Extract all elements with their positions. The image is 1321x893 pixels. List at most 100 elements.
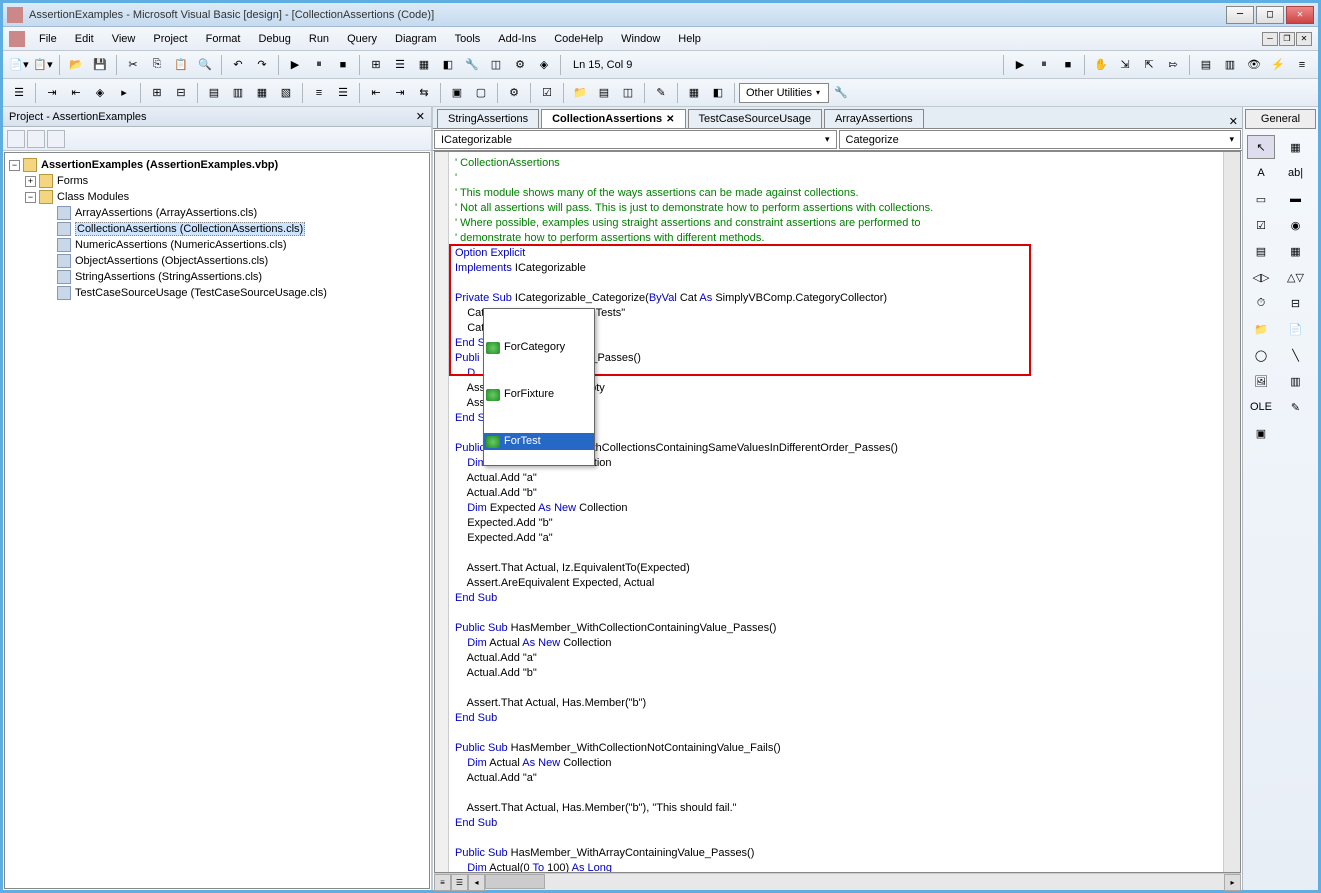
forms-folder[interactable]: Forms: [57, 175, 88, 187]
horizontal-scrollbar[interactable]: ≡ ☰ ◂ ▸: [434, 873, 1241, 890]
procedure-dropdown[interactable]: Categorize: [839, 130, 1242, 149]
close-button[interactable]: ✕: [1286, 6, 1314, 24]
view-proc-icon[interactable]: ≡: [434, 874, 451, 891]
other-utilities-dropdown[interactable]: Other Utilities: [739, 83, 829, 103]
step-over-icon[interactable]: ⇱: [1138, 54, 1160, 76]
tabs-close[interactable]: ✕: [1229, 115, 1238, 128]
scroll-thumb[interactable]: [485, 874, 545, 889]
step-into-icon[interactable]: ⇲: [1114, 54, 1136, 76]
listbox-icon[interactable]: ▦: [1282, 239, 1310, 263]
class-item[interactable]: TestCaseSourceUsage (TestCaseSourceUsage…: [75, 287, 327, 299]
menu-format[interactable]: Format: [198, 31, 249, 47]
run-icon[interactable]: ▶: [284, 54, 306, 76]
menu-debug[interactable]: Debug: [250, 31, 298, 47]
class-modules-folder[interactable]: Class Modules: [57, 191, 129, 203]
picturebox-icon[interactable]: ▦: [1282, 135, 1310, 159]
scroll-right-icon[interactable]: ▸: [1224, 874, 1241, 891]
extra-icon[interactable]: ▣: [1247, 421, 1275, 445]
menu-addins[interactable]: Add-Ins: [490, 31, 544, 47]
copy-icon[interactable]: ⎘: [146, 54, 168, 76]
tab-collectionassertions[interactable]: CollectionAssertions✕: [541, 109, 685, 128]
data-icon[interactable]: ▥: [1282, 369, 1310, 393]
tab-close-icon[interactable]: ✕: [666, 114, 674, 125]
class-item[interactable]: ArrayAssertions (ArrayAssertions.cls): [75, 207, 257, 219]
tb-icon-19[interactable]: 🔧: [830, 82, 852, 104]
tb-icon-9[interactable]: ⇆: [413, 82, 435, 104]
vertical-scrollbar[interactable]: [1223, 152, 1240, 872]
mdi-minimize[interactable]: ─: [1262, 32, 1278, 46]
find-icon[interactable]: 🔍: [194, 54, 216, 76]
menu-help[interactable]: Help: [670, 31, 709, 47]
shape-icon[interactable]: ◯: [1247, 343, 1275, 367]
combobox-icon[interactable]: ▤: [1247, 239, 1275, 263]
project-tree[interactable]: −AssertionExamples (AssertionExamples.vb…: [4, 152, 430, 889]
tb-icon-6[interactable]: ☰: [332, 82, 354, 104]
toggle-folders-icon[interactable]: [47, 130, 65, 148]
menu-diagram[interactable]: Diagram: [387, 31, 445, 47]
intellisense-item[interactable]: ForFixture: [484, 386, 594, 403]
project-explorer-icon[interactable]: ⊞: [365, 54, 387, 76]
breakpoint-icon[interactable]: ✋: [1090, 54, 1112, 76]
file-icon[interactable]: 📄: [1282, 317, 1310, 341]
step-out-icon[interactable]: ⇰: [1162, 54, 1184, 76]
checkbox-icon[interactable]: ☑: [1247, 213, 1275, 237]
custom-icon[interactable]: ✎: [1282, 395, 1310, 419]
cut-icon[interactable]: ✂: [122, 54, 144, 76]
ole-icon[interactable]: OLE: [1247, 395, 1275, 419]
properties-icon[interactable]: ☰: [389, 54, 411, 76]
mdi-restore[interactable]: ❐: [1279, 32, 1295, 46]
button-icon[interactable]: ▬: [1282, 187, 1310, 211]
outdent-icon[interactable]: ⇤: [65, 82, 87, 104]
uncomment-icon[interactable]: ⊟: [170, 82, 192, 104]
intellisense-popup[interactable]: ForCategory ForFixture ForTest: [483, 308, 595, 466]
drive-icon[interactable]: ⊟: [1282, 291, 1310, 315]
menu-edit[interactable]: Edit: [67, 31, 102, 47]
locals-icon[interactable]: ▤: [1195, 54, 1217, 76]
list-props-icon[interactable]: ☰: [8, 82, 30, 104]
tb-icon-3[interactable]: ▦: [251, 82, 273, 104]
watch-icon[interactable]: 👁: [1243, 54, 1265, 76]
debug-stop-icon[interactable]: ■: [1057, 54, 1079, 76]
project-panel-close[interactable]: ✕: [416, 110, 425, 123]
undo-icon[interactable]: ↶: [227, 54, 249, 76]
minimize-button[interactable]: ─: [1226, 6, 1254, 24]
intellisense-item[interactable]: ForCategory: [484, 339, 594, 356]
tb-icon-7[interactable]: ⇤: [365, 82, 387, 104]
object-dropdown[interactable]: ICategorizable: [434, 130, 837, 149]
tab-arrayassertions[interactable]: ArrayAssertions: [824, 109, 924, 128]
vscroll-icon[interactable]: △▽: [1282, 265, 1310, 289]
tab-stringassertions[interactable]: StringAssertions: [437, 109, 539, 128]
hscroll-icon[interactable]: ◁▷: [1247, 265, 1275, 289]
timer-icon[interactable]: ⏱: [1247, 291, 1275, 315]
class-item[interactable]: StringAssertions (StringAssertions.cls): [75, 271, 262, 283]
object-browser-icon[interactable]: ◧: [437, 54, 459, 76]
menu-file[interactable]: File: [31, 31, 65, 47]
tb-icon-8[interactable]: ⇥: [389, 82, 411, 104]
scroll-left-icon[interactable]: ◂: [468, 874, 485, 891]
line-icon[interactable]: ╲: [1282, 343, 1310, 367]
tab-testcasesourceusage[interactable]: TestCaseSourceUsage: [688, 109, 823, 128]
image-icon[interactable]: 🖼: [1247, 369, 1275, 393]
tb-icon-16[interactable]: ✎: [650, 82, 672, 104]
callstack-icon[interactable]: ≡: [1291, 54, 1313, 76]
frame-icon[interactable]: ▭: [1247, 187, 1275, 211]
pointer-icon[interactable]: ↖: [1247, 135, 1275, 159]
tb-icon-17[interactable]: ▦: [683, 82, 705, 104]
debug-pause-icon[interactable]: ⏸: [1033, 54, 1055, 76]
menu-window[interactable]: Window: [613, 31, 668, 47]
intellisense-item-selected[interactable]: ForTest: [484, 433, 594, 450]
code-editor[interactable]: ' CollectionAssertions ' ' This module s…: [449, 152, 1223, 872]
tb-icon-12[interactable]: ⚙: [503, 82, 525, 104]
menu-view[interactable]: View: [104, 31, 144, 47]
label-icon[interactable]: A: [1247, 161, 1275, 185]
dir-icon[interactable]: 📁: [1247, 317, 1275, 341]
toolbox-header[interactable]: General: [1245, 109, 1316, 129]
option-icon[interactable]: ◉: [1282, 213, 1310, 237]
add-form-icon[interactable]: 📋▾: [32, 54, 54, 76]
tb-icon-1[interactable]: ▤: [203, 82, 225, 104]
menu-project[interactable]: Project: [145, 31, 195, 47]
save-icon[interactable]: 💾: [89, 54, 111, 76]
mdi-close[interactable]: ✕: [1296, 32, 1312, 46]
tb-icon-5[interactable]: ≡: [308, 82, 330, 104]
indent-icon[interactable]: ⇥: [41, 82, 63, 104]
